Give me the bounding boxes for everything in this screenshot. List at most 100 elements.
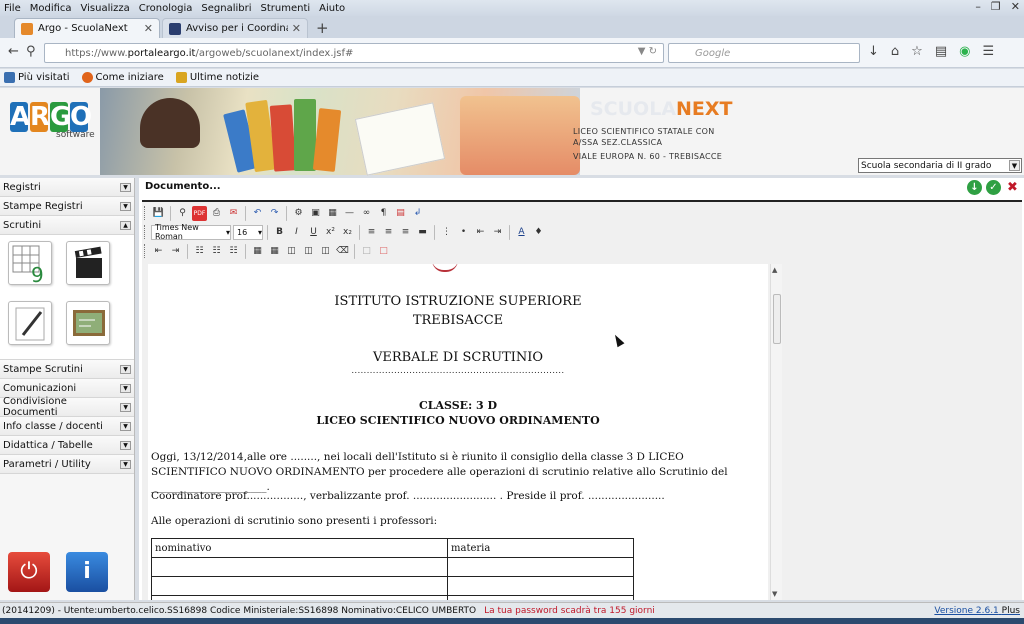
- sidebar-item-condivisione-documenti[interactable]: Condivisione Documenti ▼: [0, 396, 134, 418]
- sidebar-item-stampe-registri[interactable]: Stampe Registri ▼: [0, 197, 134, 216]
- align-left-icon[interactable]: ≡: [364, 225, 379, 240]
- table-cell[interactable]: [151, 576, 448, 596]
- restore-icon[interactable]: ❐: [991, 0, 1001, 13]
- undo-icon[interactable]: ↶: [250, 206, 265, 221]
- link-icon[interactable]: ∞: [359, 206, 374, 221]
- menu-modifica[interactable]: Modifica: [30, 3, 72, 14]
- preview-icon[interactable]: □: [359, 244, 374, 259]
- tab-avviso-coordinatori[interactable]: Avviso per i Coordinatori d... ✕: [162, 18, 308, 38]
- table-cell[interactable]: [151, 557, 448, 577]
- insert-column-icon[interactable]: ☷: [209, 244, 224, 259]
- email-icon[interactable]: ✉: [226, 206, 241, 221]
- merge-cells-icon[interactable]: ◫: [284, 244, 299, 259]
- bookmark-come-iniziare[interactable]: Come iniziare: [81, 72, 164, 83]
- school-type-select[interactable]: Scuola secondaria di II grado ▼: [858, 158, 1022, 173]
- power-off-button[interactable]: ⏻: [8, 552, 50, 592]
- page-break-icon[interactable]: ▤: [393, 206, 408, 221]
- table-cell[interactable]: [151, 595, 448, 600]
- sidebar-item-didattica-tabelle[interactable]: Didattica / Tabelle ▼: [0, 436, 134, 455]
- table-properties-icon[interactable]: ▦: [250, 244, 265, 259]
- align-center-icon[interactable]: ≡: [381, 225, 396, 240]
- sync-icon[interactable]: ◉: [959, 44, 970, 59]
- document-page[interactable]: ISTITUTO ISTRUZIONE SUPERIORE TREBISACCE…: [148, 264, 768, 600]
- sidebar-item-registri[interactable]: Registri ▼: [0, 178, 134, 197]
- download-icon[interactable]: ↓: [868, 44, 879, 59]
- font-color-icon[interactable]: A: [514, 225, 529, 240]
- clapperboard-icon[interactable]: [66, 241, 110, 285]
- menu-aiuto[interactable]: Aiuto: [319, 3, 345, 14]
- pencil-icon[interactable]: [8, 301, 52, 345]
- minimize-icon[interactable]: –: [975, 0, 981, 13]
- insert-image-icon[interactable]: ▣: [308, 206, 323, 221]
- pdf-icon[interactable]: PDF: [192, 205, 207, 221]
- close-icon[interactable]: ✖: [1005, 180, 1020, 195]
- document-scrollbar[interactable]: ▲ ▼: [770, 264, 782, 600]
- image-settings-icon[interactable]: ⚙: [291, 206, 306, 221]
- italic-icon[interactable]: I: [289, 225, 304, 240]
- insert-table-icon[interactable]: ▦: [325, 206, 340, 221]
- paste-icon[interactable]: ◫: [318, 244, 333, 259]
- tab-argo-scuolanext[interactable]: Argo - ScuolaNext ✕: [14, 18, 160, 38]
- hamburger-menu-icon[interactable]: ☰: [982, 44, 994, 59]
- back-icon[interactable]: ←: [8, 44, 19, 59]
- identity-key-icon[interactable]: ⚲: [26, 44, 36, 59]
- indent-icon[interactable]: ⇥: [490, 225, 505, 240]
- close-tab-icon[interactable]: ✕: [144, 22, 153, 35]
- eraser-icon[interactable]: ⌫: [335, 244, 350, 259]
- cell-properties-icon[interactable]: ▦: [267, 244, 282, 259]
- save-icon[interactable]: 💾: [151, 206, 166, 221]
- info-button[interactable]: i: [66, 552, 108, 592]
- home-icon[interactable]: ⌂: [891, 44, 899, 59]
- find-icon[interactable]: ⚲: [175, 206, 190, 221]
- insert-row-icon[interactable]: ☷: [192, 244, 207, 259]
- scroll-down-icon[interactable]: ▼: [772, 590, 777, 598]
- template-icon[interactable]: ◫: [301, 244, 316, 259]
- paragraph-icon[interactable]: ¶: [376, 206, 391, 221]
- align-right-icon[interactable]: ≡: [398, 225, 413, 240]
- table-cell[interactable]: [447, 557, 634, 577]
- voti-grid-icon[interactable]: 9: [8, 241, 52, 287]
- sidebar-item-stampe-scrutini[interactable]: Stampe Scrutini ▼: [0, 360, 134, 379]
- underline-icon[interactable]: U: [306, 225, 321, 240]
- superscript-icon[interactable]: x²: [323, 225, 338, 240]
- justify-icon[interactable]: ▬: [415, 225, 430, 240]
- line-break-icon[interactable]: ↲: [410, 206, 425, 221]
- bookmark-piu-visitati[interactable]: Più visitati: [4, 72, 70, 83]
- library-icon[interactable]: ▤: [935, 44, 947, 59]
- fullscreen-icon[interactable]: □: [376, 244, 391, 259]
- ordered-list-icon[interactable]: ⋮: [439, 225, 454, 240]
- table-cell[interactable]: [447, 576, 634, 596]
- font-family-select[interactable]: Times New Roman ▾: [151, 223, 231, 241]
- menu-visualizza[interactable]: Visualizza: [81, 3, 130, 14]
- decrease-indent-icon[interactable]: ⇤: [151, 244, 166, 259]
- redo-icon[interactable]: ↷: [267, 206, 282, 221]
- new-tab-icon[interactable]: +: [316, 19, 329, 37]
- menu-segnalibri[interactable]: Segnalibri: [201, 3, 251, 14]
- bookmark-star-icon[interactable]: ☆: [911, 44, 923, 59]
- highlight-color-icon[interactable]: ♦: [531, 225, 546, 240]
- close-tab-icon[interactable]: ✕: [292, 22, 301, 35]
- bold-icon[interactable]: B: [272, 225, 287, 240]
- version-link[interactable]: Versione 2.6.1 Plus: [934, 606, 1020, 616]
- close-window-icon[interactable]: ✕: [1011, 0, 1020, 13]
- horizontal-line-icon[interactable]: —: [342, 206, 357, 221]
- download-icon[interactable]: ↓: [967, 180, 982, 195]
- search-input[interactable]: Google: [668, 43, 860, 63]
- table-cell[interactable]: [447, 595, 634, 600]
- blackboard-icon[interactable]: [66, 301, 110, 345]
- scroll-up-icon[interactable]: ▲: [772, 266, 777, 274]
- subscript-icon[interactable]: x₂: [340, 225, 355, 240]
- menu-file[interactable]: File: [4, 3, 21, 14]
- outdent-icon[interactable]: ⇤: [473, 225, 488, 240]
- print-icon[interactable]: ⎙: [209, 206, 224, 221]
- bookmark-ultime-notizie[interactable]: Ultime notizie: [175, 72, 259, 83]
- menu-strumenti[interactable]: Strumenti: [261, 3, 311, 14]
- delete-row-icon[interactable]: ☷: [226, 244, 241, 259]
- menu-cronologia[interactable]: Cronologia: [139, 3, 193, 14]
- url-bar[interactable]: https://www. portaleargo.it/argoweb/scuol…: [44, 43, 664, 63]
- increase-indent-icon[interactable]: ⇥: [168, 244, 183, 259]
- sidebar-item-parametri-utility[interactable]: Parametri / Utility ▼: [0, 455, 134, 474]
- scroll-thumb[interactable]: [773, 294, 781, 344]
- font-size-select[interactable]: 16 ▾: [233, 224, 263, 240]
- sidebar-item-scrutini[interactable]: Scrutini ▲: [0, 216, 134, 235]
